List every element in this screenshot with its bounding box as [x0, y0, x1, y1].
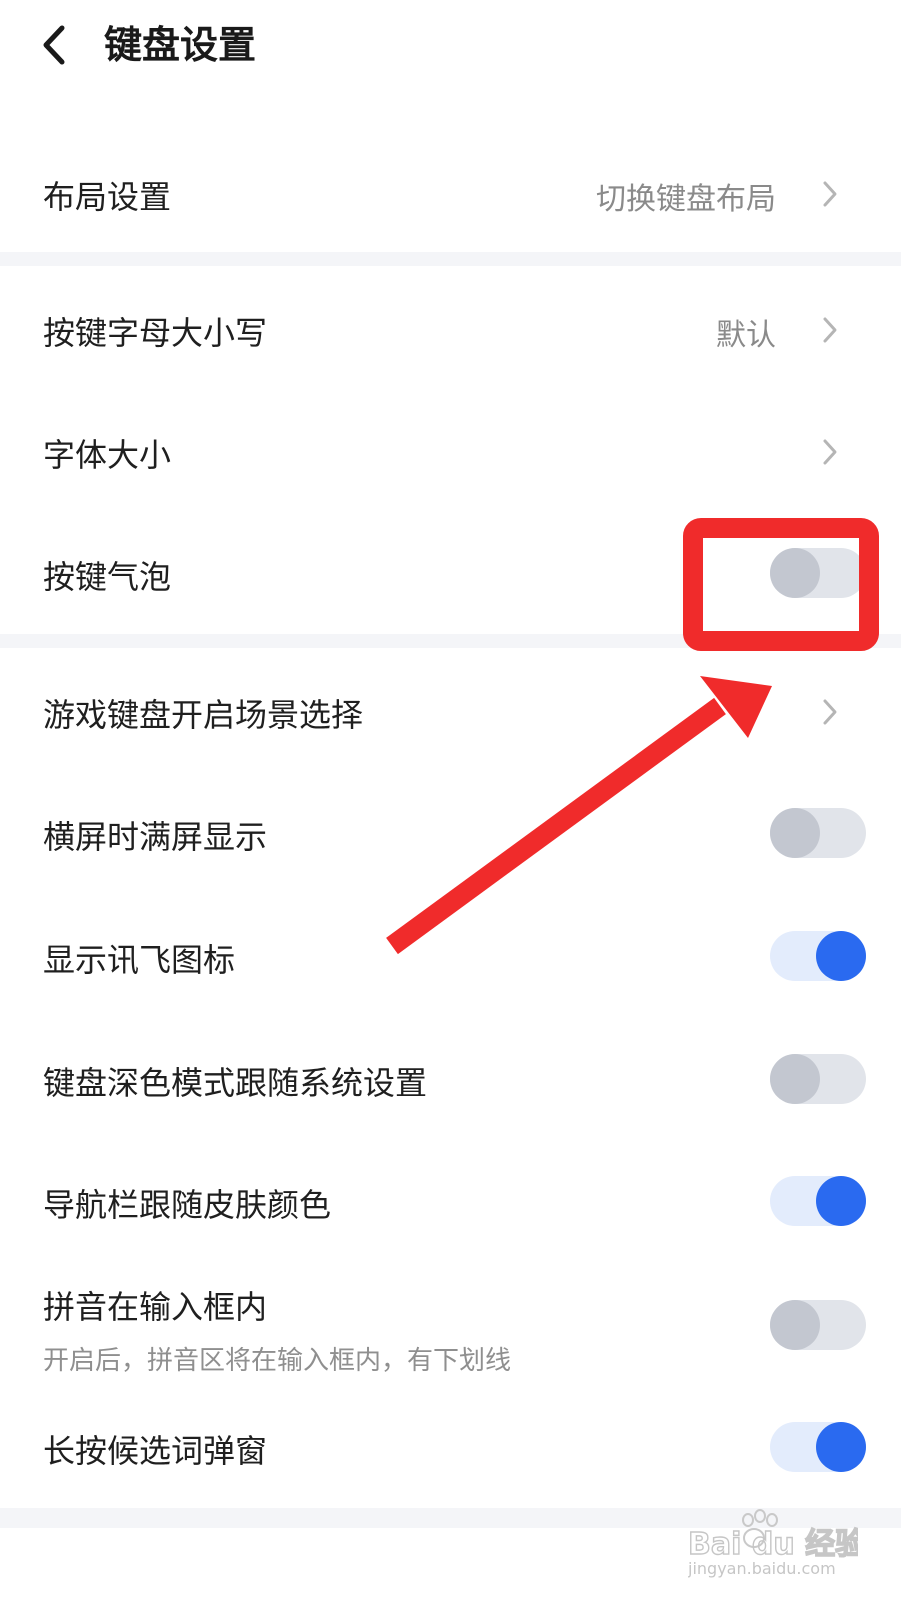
key-bubble-row: 按键气泡 [0, 530, 901, 616]
chevron-right-icon [823, 181, 837, 207]
section-divider [0, 252, 901, 266]
game-keyboard-label: 游戏键盘开启场景选择 [43, 696, 364, 734]
xunfei-icon-row: 显示讯飞图标 [0, 913, 901, 999]
dark-mode-toggle[interactable] [770, 1054, 866, 1104]
toggle-knob [816, 1176, 866, 1226]
pinyin-in-box-toggle[interactable] [770, 1300, 866, 1350]
font-size-label: 字体大小 [43, 436, 172, 474]
toggle-knob [770, 808, 820, 858]
key-case-row[interactable]: 按键字母大小写 默认 [0, 286, 901, 372]
landscape-fullscreen-toggle[interactable] [770, 808, 866, 858]
dark-mode-row: 键盘深色模式跟随系统设置 [0, 1036, 901, 1122]
section-divider [0, 634, 901, 648]
layout-settings-value: 切换键盘布局 [596, 182, 776, 217]
pinyin-in-box-subtitle: 开启后，拼音区将在输入框内，有下划线 [43, 1346, 512, 1376]
pinyin-in-box-label: 拼音在输入框内 [43, 1288, 268, 1326]
toggle-knob [770, 1300, 820, 1350]
watermark-brand: Bai du 经验 [688, 1527, 858, 1562]
layout-settings-row[interactable]: 布局设置 切换键盘布局 [0, 150, 901, 236]
watermark: Bai du 经验 jingyan.baidu.com [687, 1508, 866, 1578]
landscape-fullscreen-label: 横屏时满屏显示 [43, 818, 268, 856]
font-size-row[interactable]: 字体大小 [0, 408, 901, 494]
game-keyboard-row[interactable]: 游戏键盘开启场景选择 [0, 668, 901, 754]
pinyin-in-box-row: 拼音在输入框内 开启后，拼音区将在输入框内，有下划线 [0, 1262, 901, 1392]
landscape-fullscreen-row: 横屏时满屏显示 [0, 790, 901, 876]
chevron-right-icon [823, 699, 837, 725]
navbar-color-row: 导航栏跟随皮肤颜色 [0, 1158, 901, 1244]
xunfei-icon-toggle[interactable] [770, 931, 866, 981]
layout-settings-label: 布局设置 [43, 178, 172, 216]
navbar-color-toggle[interactable] [770, 1176, 866, 1226]
toggle-knob [816, 931, 866, 981]
chevron-right-icon [823, 317, 837, 343]
key-bubble-toggle[interactable] [770, 548, 866, 598]
key-bubble-label: 按键气泡 [43, 558, 172, 596]
xunfei-icon-label: 显示讯飞图标 [43, 941, 236, 979]
dark-mode-label: 键盘深色模式跟随系统设置 [43, 1064, 428, 1102]
key-case-label: 按键字母大小写 [43, 314, 268, 352]
baidu-paw-logo: Bai du 经验 jingyan.baidu.com [687, 1509, 866, 1578]
page-title: 键盘设置 [104, 23, 257, 67]
long-press-popup-row: 长按候选词弹窗 [0, 1404, 901, 1490]
long-press-popup-label: 长按候选词弹窗 [43, 1432, 268, 1470]
chevron-right-icon [823, 439, 837, 465]
back-arrow-icon[interactable] [36, 22, 72, 68]
navbar-color-label: 导航栏跟随皮肤颜色 [43, 1186, 332, 1224]
long-press-popup-toggle[interactable] [770, 1422, 866, 1472]
toggle-knob [816, 1422, 866, 1472]
watermark-url: jingyan.baidu.com [688, 1559, 836, 1578]
toggle-knob [770, 548, 820, 598]
header: 键盘设置 [0, 0, 901, 92]
toggle-knob [770, 1054, 820, 1104]
key-case-value: 默认 [716, 318, 776, 353]
